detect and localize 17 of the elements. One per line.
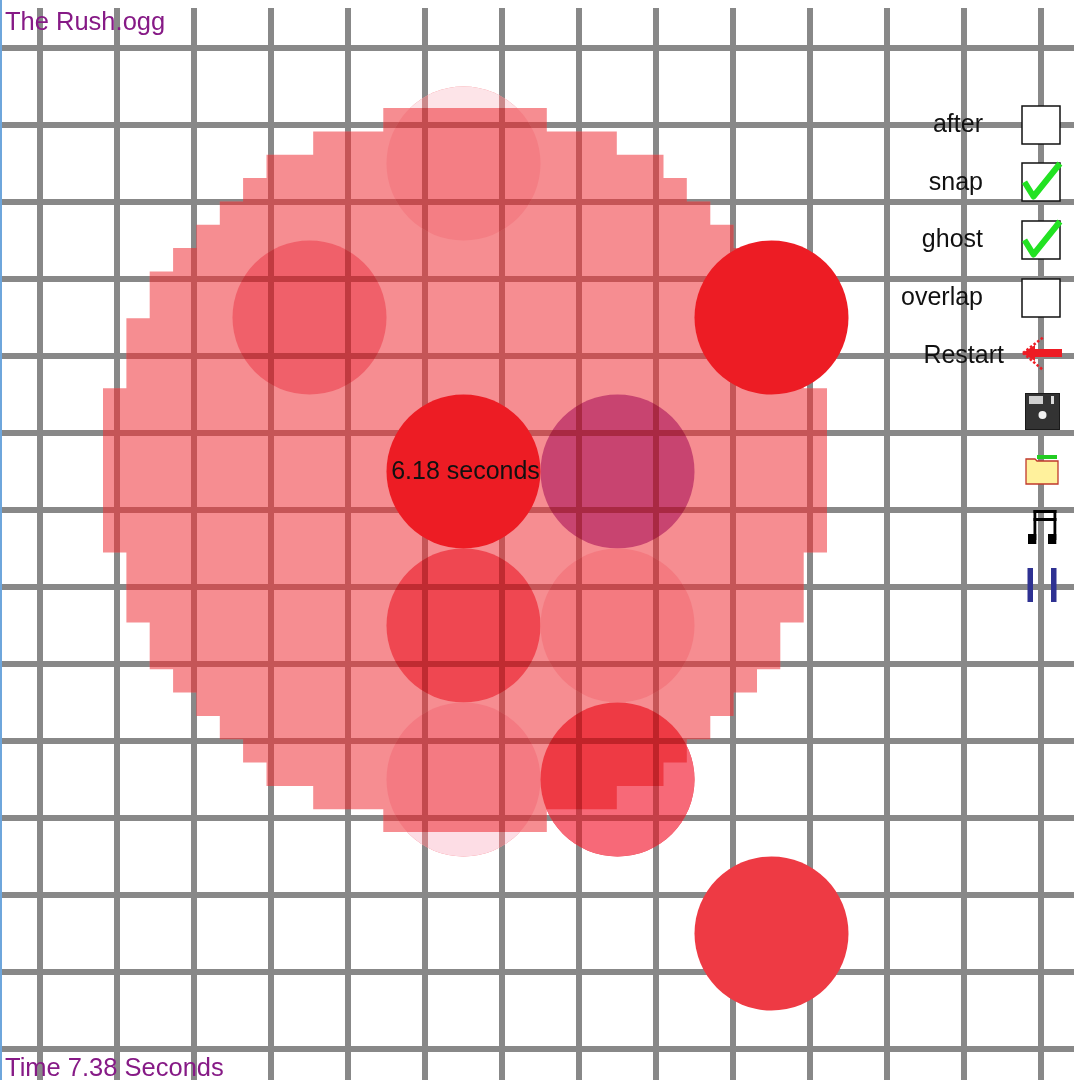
left-arrow-icon: [1022, 336, 1062, 373]
option-label: overlap: [901, 284, 983, 310]
checkmark-icon: [1021, 219, 1063, 258]
checkmark-icon: [1021, 162, 1063, 200]
checkbox[interactable]: [1021, 160, 1063, 203]
file-name: The Rush.ogg: [5, 9, 166, 35]
checkbox[interactable]: [1021, 275, 1063, 318]
option-label: ghost: [921, 226, 983, 252]
music-note-icon[interactable]: [1027, 509, 1057, 544]
checkbox[interactable]: [1021, 218, 1063, 260]
time-readout: Time 7.38 Seconds: [5, 1055, 224, 1080]
folder-icon[interactable]: [1025, 453, 1059, 485]
pause-icon[interactable]: [1027, 567, 1057, 602]
checkbox[interactable]: [1021, 102, 1063, 145]
option-label: snap: [928, 168, 983, 194]
seconds-label: 6.18 seconds: [391, 455, 540, 484]
save-icon[interactable]: [1024, 393, 1060, 431]
